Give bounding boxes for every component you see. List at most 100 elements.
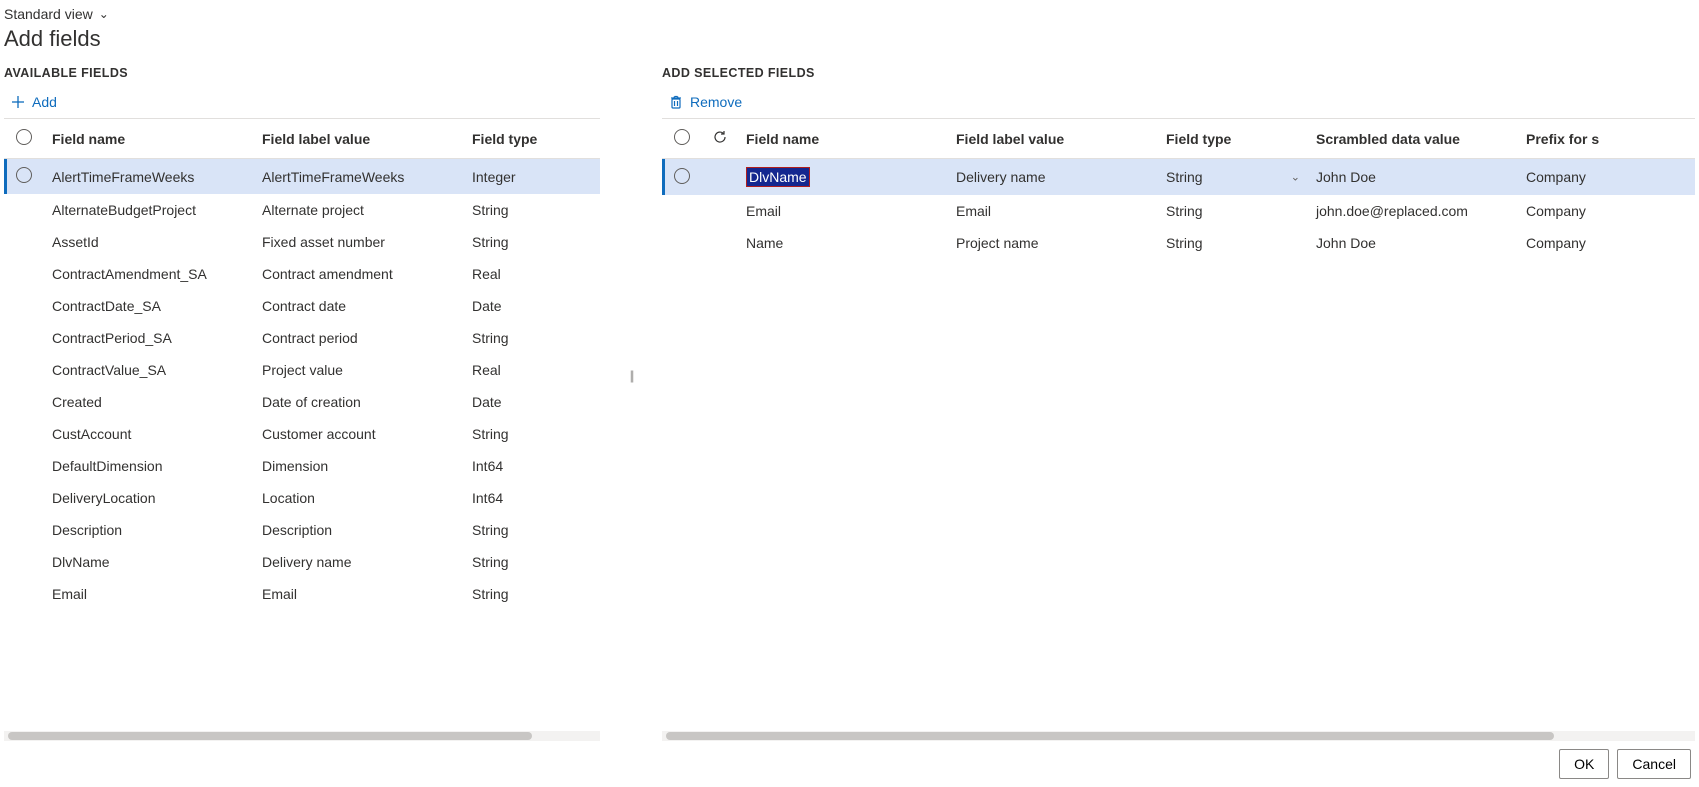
- table-row[interactable]: DeliveryLocationLocationInt64: [4, 482, 600, 514]
- cell-type: Real: [464, 354, 600, 386]
- selected-fields-panel: ADD SELECTED FIELDS Remove: [662, 62, 1695, 741]
- col-field-type-r[interactable]: Field type: [1158, 119, 1308, 159]
- cell-type: String: [464, 546, 600, 578]
- cell-name: ContractDate_SA: [44, 290, 254, 322]
- cell-label: Description: [254, 514, 464, 546]
- cell-prefix: Company: [1518, 195, 1695, 227]
- remove-button-label: Remove: [690, 94, 742, 110]
- cell-name: DefaultDimension: [44, 450, 254, 482]
- table-row[interactable]: DescriptionDescriptionString: [4, 514, 600, 546]
- cell-type: Int64: [464, 482, 600, 514]
- cell-name: Email: [44, 578, 254, 610]
- cell-scrambled: john.doe@replaced.com: [1308, 195, 1518, 227]
- cell-type[interactable]: String: [1158, 195, 1308, 227]
- table-row[interactable]: AlternateBudgetProjectAlternate projectS…: [4, 194, 600, 226]
- cell-label: Delivery name: [948, 159, 1158, 196]
- ok-button[interactable]: OK: [1559, 749, 1609, 779]
- cell-name[interactable]: Name: [738, 227, 948, 259]
- cell-label: Contract period: [254, 322, 464, 354]
- table-row[interactable]: ContractValue_SAProject valueReal: [4, 354, 600, 386]
- add-button[interactable]: Add: [10, 94, 57, 110]
- panel-splitter[interactable]: [628, 62, 634, 741]
- cell-label: Delivery name: [254, 546, 464, 578]
- chevron-down-icon: ⌄: [99, 7, 109, 21]
- cell-type: String: [464, 418, 600, 450]
- cell-type[interactable]: String: [1158, 227, 1308, 259]
- cell-name: CustAccount: [44, 418, 254, 450]
- col-field-type[interactable]: Field type: [464, 119, 600, 159]
- row-radio[interactable]: [16, 167, 32, 183]
- cell-name: ContractAmendment_SA: [44, 258, 254, 290]
- view-selector[interactable]: Standard view ⌄: [0, 0, 1699, 24]
- table-row[interactable]: NameProject nameStringJohn DoeCompany: [662, 227, 1695, 259]
- h-scrollbar-right[interactable]: [662, 731, 1695, 741]
- add-button-label: Add: [32, 94, 57, 110]
- cancel-button[interactable]: Cancel: [1617, 749, 1691, 779]
- cell-name: DlvName: [44, 546, 254, 578]
- plus-icon: [10, 94, 26, 110]
- table-row[interactable]: CreatedDate of creationDate: [4, 386, 600, 418]
- cell-label: AlertTimeFrameWeeks: [254, 159, 464, 195]
- select-all-selected[interactable]: [662, 119, 702, 159]
- col-field-label-r[interactable]: Field label value: [948, 119, 1158, 159]
- chevron-down-icon[interactable]: ⌄: [1291, 171, 1300, 184]
- page-title: Add fields: [0, 24, 1699, 62]
- cell-type: String: [464, 514, 600, 546]
- table-row[interactable]: DlvNameDelivery nameString: [4, 546, 600, 578]
- cell-prefix: Company: [1518, 227, 1695, 259]
- select-all-available[interactable]: [4, 119, 44, 159]
- col-field-name-r[interactable]: Field name: [738, 119, 948, 159]
- table-row[interactable]: ContractPeriod_SAContract periodString: [4, 322, 600, 354]
- cell-name: AlertTimeFrameWeeks: [44, 159, 254, 195]
- cell-type: String: [464, 578, 600, 610]
- cell-type: String: [464, 322, 600, 354]
- cell-scrambled: John Doe: [1308, 159, 1518, 196]
- table-row[interactable]: EmailEmailString: [4, 578, 600, 610]
- cell-name[interactable]: Email: [738, 195, 948, 227]
- cell-label: Project name: [948, 227, 1158, 259]
- col-prefix[interactable]: Prefix for s: [1518, 119, 1695, 159]
- cell-type: Date: [464, 290, 600, 322]
- selected-fields-grid[interactable]: Field name Field label value Field type …: [662, 118, 1695, 729]
- cell-label: Project value: [254, 354, 464, 386]
- table-row[interactable]: DefaultDimensionDimensionInt64: [4, 450, 600, 482]
- cell-label: Location: [254, 482, 464, 514]
- dialog-footer: OK Cancel: [0, 741, 1699, 787]
- cell-name: AssetId: [44, 226, 254, 258]
- table-row[interactable]: AssetIdFixed asset numberString: [4, 226, 600, 258]
- cell-name-editing[interactable]: DlvName: [746, 167, 810, 187]
- cell-label: Contract amendment: [254, 258, 464, 290]
- cell-prefix: Company: [1518, 159, 1695, 196]
- cell-label: Dimension: [254, 450, 464, 482]
- remove-button[interactable]: Remove: [668, 94, 742, 110]
- col-field-label[interactable]: Field label value: [254, 119, 464, 159]
- cell-label: Contract date: [254, 290, 464, 322]
- col-scrambled[interactable]: Scrambled data value: [1308, 119, 1518, 159]
- view-selector-label: Standard view: [4, 6, 93, 22]
- available-fields-panel: AVAILABLE FIELDS Add: [4, 62, 600, 741]
- cell-name: Created: [44, 386, 254, 418]
- cell-type: String: [464, 194, 600, 226]
- cell-type: Integer: [464, 159, 600, 195]
- refresh-column[interactable]: [702, 119, 738, 159]
- table-row[interactable]: AlertTimeFrameWeeksAlertTimeFrameWeeksIn…: [4, 159, 600, 195]
- table-row[interactable]: EmailEmailStringjohn.doe@replaced.comCom…: [662, 195, 1695, 227]
- col-field-name[interactable]: Field name: [44, 119, 254, 159]
- cell-type: String: [464, 226, 600, 258]
- cell-label: Email: [948, 195, 1158, 227]
- row-radio[interactable]: [674, 168, 690, 184]
- h-scrollbar-left[interactable]: [4, 731, 600, 741]
- table-row[interactable]: ContractDate_SAContract dateDate: [4, 290, 600, 322]
- selected-fields-heading: ADD SELECTED FIELDS: [662, 62, 1695, 90]
- table-row[interactable]: DlvName Delivery nameString⌄John DoeCompa…: [662, 159, 1695, 196]
- cell-name[interactable]: DlvName: [738, 159, 948, 196]
- table-row[interactable]: CustAccountCustomer accountString: [4, 418, 600, 450]
- available-fields-grid[interactable]: Field name Field label value Field type …: [4, 118, 600, 729]
- cell-label: Date of creation: [254, 386, 464, 418]
- table-row[interactable]: ContractAmendment_SAContract amendmentRe…: [4, 258, 600, 290]
- cell-type[interactable]: String⌄: [1158, 159, 1308, 196]
- trash-icon: [668, 94, 684, 110]
- cell-scrambled: John Doe: [1308, 227, 1518, 259]
- cell-name: ContractValue_SA: [44, 354, 254, 386]
- available-fields-heading: AVAILABLE FIELDS: [4, 62, 600, 90]
